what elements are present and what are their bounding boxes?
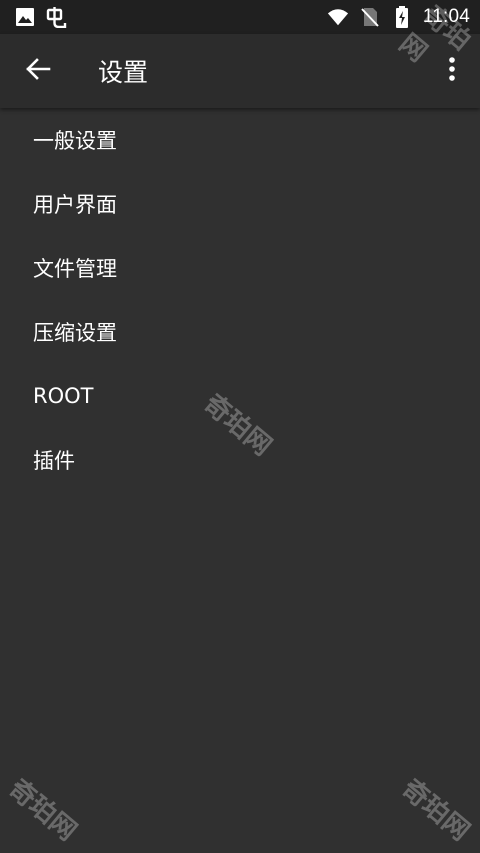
settings-item-user-interface[interactable]: 用户界面 bbox=[0, 172, 480, 236]
status-bar: 11:04 bbox=[0, 0, 480, 34]
battery-charging-icon bbox=[391, 6, 413, 28]
watermark: 奇珀网 bbox=[2, 773, 82, 847]
wifi-icon bbox=[327, 6, 349, 28]
watermark: 奇珀网 bbox=[395, 773, 475, 847]
page-title: 设置 bbox=[98, 58, 149, 87]
more-vert-icon bbox=[448, 56, 456, 86]
settings-list: 一般设置 用户界面 文件管理 压缩设置 ROOT 插件 bbox=[0, 108, 480, 492]
settings-item-plugins[interactable]: 插件 bbox=[0, 428, 480, 492]
debug-icon bbox=[46, 6, 68, 28]
more-options-button[interactable] bbox=[432, 44, 472, 98]
app-bar: 设置 bbox=[0, 34, 480, 108]
settings-item-file-management[interactable]: 文件管理 bbox=[0, 236, 480, 300]
status-time: 11:04 bbox=[422, 6, 470, 27]
settings-item-root[interactable]: ROOT bbox=[0, 364, 480, 428]
arrow-back-icon bbox=[25, 56, 51, 86]
settings-item-compression[interactable]: 压缩设置 bbox=[0, 300, 480, 364]
image-icon bbox=[14, 6, 36, 28]
no-sim-icon bbox=[359, 6, 381, 28]
status-right-icons: 11:04 bbox=[327, 6, 470, 28]
settings-item-general[interactable]: 一般设置 bbox=[0, 108, 480, 172]
back-button[interactable] bbox=[10, 43, 66, 99]
status-left-icons bbox=[14, 6, 68, 28]
